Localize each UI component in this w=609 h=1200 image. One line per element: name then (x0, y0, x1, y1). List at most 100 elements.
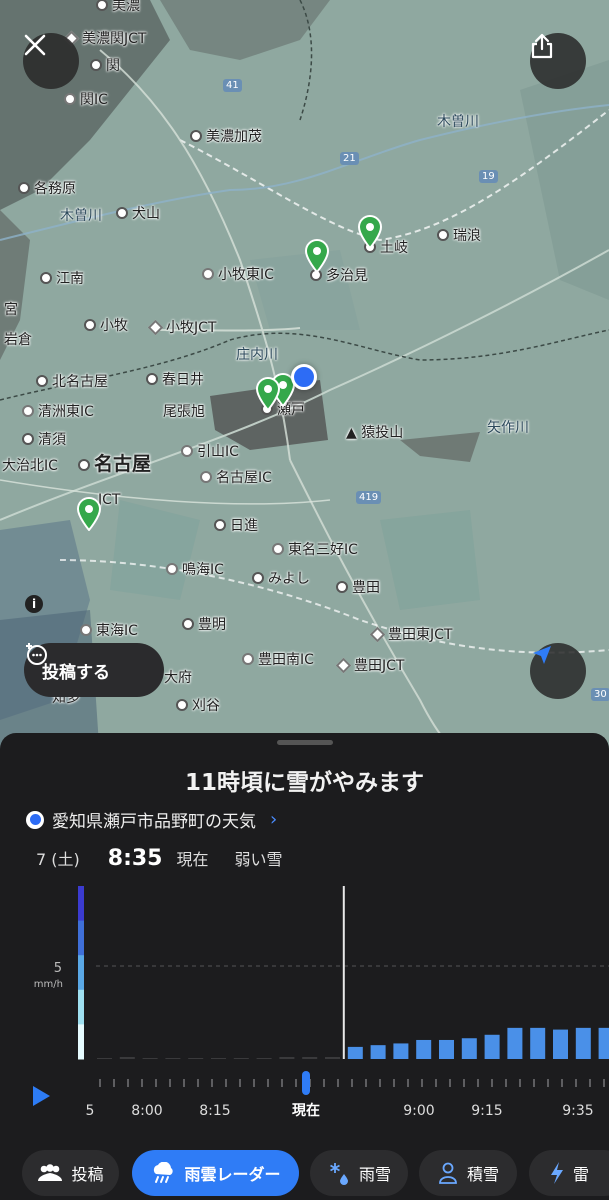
y-unit-label: mm/h (34, 979, 63, 990)
map-label: 大府 (164, 670, 192, 686)
timeline-tick-label: 8:15 (199, 1103, 230, 1119)
map-label: 名古屋IC (200, 470, 272, 486)
intensity-scale (78, 886, 84, 1060)
precipitation-bar (142, 1058, 158, 1059)
intensity-scale-segment (78, 955, 84, 991)
precipitation-bar (393, 1043, 409, 1059)
precipitation-bar (188, 1058, 204, 1059)
post-button[interactable]: 投稿する (24, 643, 164, 697)
tab-rain-radar[interactable]: 雨雲レーダー (132, 1150, 299, 1196)
post-pin-icon[interactable] (255, 377, 281, 411)
road-number: 30 (591, 688, 609, 701)
precipitation-bar (233, 1058, 249, 1059)
road-number: 419 (356, 491, 382, 504)
map-label: 犬山 (116, 206, 160, 222)
ic-icon (200, 471, 212, 483)
map-label: 小牧 (84, 318, 128, 334)
map-label: 瑞浪 (437, 228, 481, 244)
tab-lightning[interactable]: 雷 (529, 1150, 609, 1196)
tab-rain-snow[interactable]: 雨雪 (310, 1150, 408, 1196)
map-label: 清洲東IC (22, 404, 94, 420)
map-label: ▲ 猿投山 (346, 425, 404, 441)
city-dot-icon (22, 433, 34, 445)
city-dot-icon (176, 699, 188, 711)
map-label-river: 矢作川 (487, 420, 529, 436)
city-dot-icon (40, 272, 52, 284)
sheet-grabber[interactable] (277, 740, 333, 745)
precipitation-bar (165, 1058, 181, 1059)
ic-icon (272, 543, 284, 555)
map-label: 尾張旭 (163, 404, 205, 420)
precipitation-bar (484, 1034, 500, 1059)
intensity-scale-segment (78, 886, 84, 922)
map-label: 小牧JCT (147, 319, 216, 336)
map-label: 豊田南IC (242, 652, 314, 668)
map-label-river: 木曽川 (437, 114, 479, 130)
precipitation-bar (119, 1057, 135, 1059)
road-number: 41 (223, 79, 242, 92)
info-icon[interactable]: i (25, 595, 43, 613)
weather-sheet[interactable]: 11時頃に雪がやみます 愛知県瀬戸市品野町の天気 › 7 (土) 8:35 現在… (0, 733, 609, 1200)
lightning-icon (551, 1162, 563, 1184)
map-label: 大治北IC (2, 458, 58, 474)
post-pin-icon[interactable] (76, 497, 102, 531)
timeline-tick-label: 9:35 (562, 1103, 593, 1119)
city-dot-icon (252, 572, 264, 584)
date-label: 7 (土) (36, 850, 80, 869)
people-icon (38, 1164, 63, 1181)
tab-snow-accumulation[interactable]: 積雪 (419, 1150, 517, 1196)
timeline-scrubber[interactable]: 5 8:00 8:15 現在 9:00 9:15 9:35 (0, 1063, 609, 1133)
tab-post[interactable]: 投稿 (22, 1150, 119, 1196)
radar-map[interactable]: 美濃 美濃関JCT 関 関IC 美濃加茂 木曽川 各務原 木曽川 犬山 土岐 瑞… (0, 0, 609, 760)
timeline-thumb[interactable] (302, 1071, 310, 1095)
rain-cloud-icon (154, 1162, 174, 1183)
location-row[interactable]: 愛知県瀬戸市品野町の天気 › (26, 807, 277, 832)
jct-icon (147, 319, 164, 336)
map-label: 江南 (40, 271, 84, 287)
timeline-tick-label: 9:15 (471, 1103, 502, 1119)
bottom-tab-bar: 投稿 雨雲レーダー 雨雪 積雪 雷 (0, 1138, 609, 1200)
ic-icon (64, 93, 76, 105)
map-label: 各務原 (18, 181, 76, 197)
city-dot-icon (78, 459, 90, 471)
precipitation-bar (553, 1029, 568, 1059)
map-label: 美濃 (96, 0, 140, 14)
timeline-tick-label: 8:00 (131, 1103, 162, 1119)
location-dot-icon (26, 810, 44, 829)
map-label: 引山IC (181, 444, 239, 460)
close-button[interactable] (23, 33, 79, 89)
precipitation-bar (279, 1057, 295, 1059)
city-dot-icon (437, 229, 449, 241)
play-icon[interactable] (33, 1086, 50, 1106)
now-label: 現在 (176, 850, 209, 869)
map-label: 関IC (64, 92, 108, 108)
precipitation-chart[interactable]: 5 mm/h (0, 873, 609, 1063)
precipitation-bar (530, 1027, 546, 1059)
tab-label: 雷 (573, 1165, 590, 1184)
map-label: 日進 (214, 518, 258, 534)
precipitation-bar (416, 1039, 432, 1059)
map-label: 豊田 (336, 580, 380, 596)
road-number: 21 (340, 152, 359, 165)
city-dot-icon (84, 319, 96, 331)
map-label: 宮 (4, 302, 18, 318)
tab-label: 積雪 (466, 1165, 499, 1184)
map-label: 豊田JCT (335, 657, 404, 674)
city-dot-icon (336, 581, 348, 593)
location-name: 愛知県瀬戸市品野町の天気 (52, 812, 256, 832)
map-label: 美濃関JCT (63, 30, 146, 47)
mountain-icon: ▲ (346, 425, 357, 441)
city-dot-icon (214, 519, 226, 531)
post-pin-icon[interactable] (357, 215, 383, 249)
map-label: 関 (90, 58, 120, 74)
share-icon (531, 33, 553, 59)
city-dot-icon (90, 59, 102, 71)
share-button[interactable] (530, 33, 586, 89)
precipitation-bar (370, 1045, 386, 1059)
city-dot-icon (190, 130, 202, 142)
post-pin-icon[interactable] (304, 239, 330, 273)
locate-me-button[interactable] (530, 643, 586, 699)
current-location-marker (291, 364, 317, 390)
timeline-tick-label: 現在 (292, 1102, 320, 1119)
precipitation-bar (256, 1058, 272, 1059)
